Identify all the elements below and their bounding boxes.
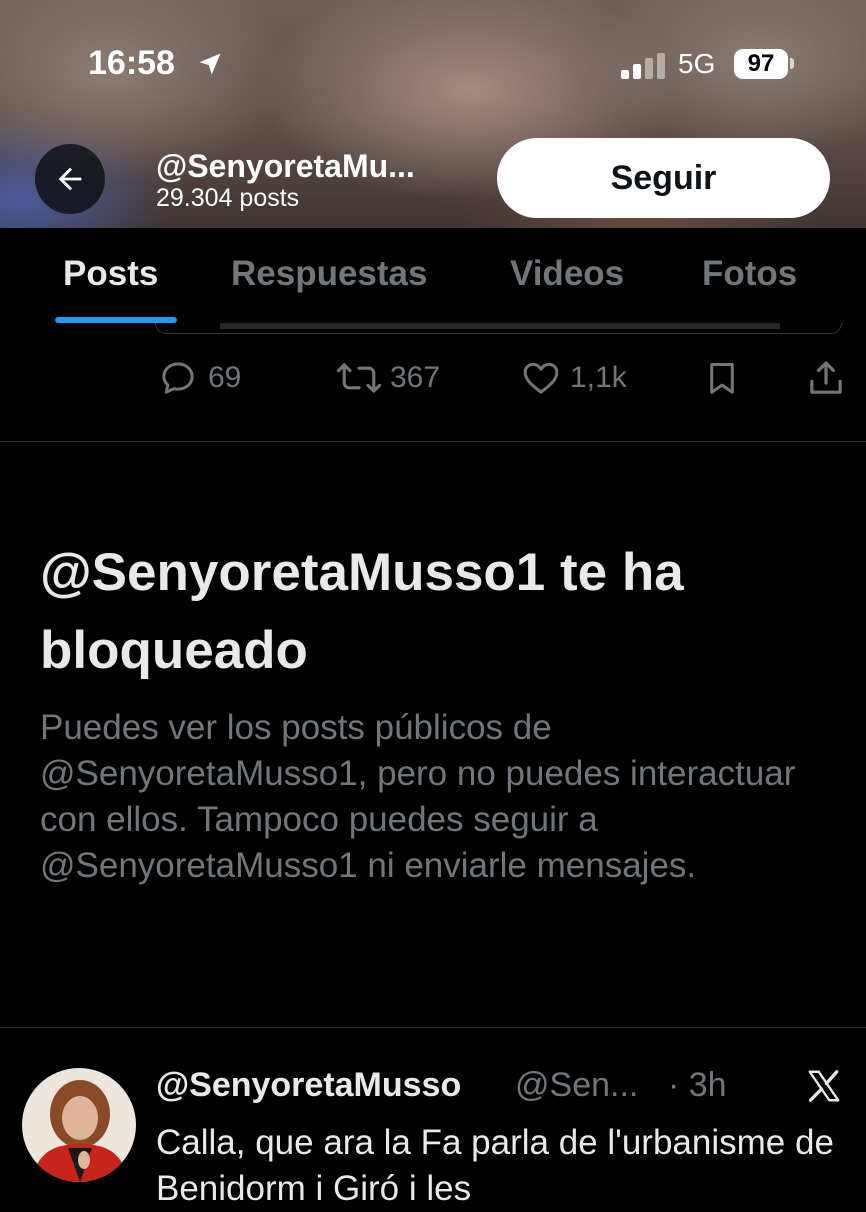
status-time: 16:58: [88, 44, 175, 82]
avatar[interactable]: [22, 1068, 136, 1182]
repost-action[interactable]: 367: [336, 358, 440, 398]
tab-fotos[interactable]: Fotos: [702, 254, 797, 294]
reply-icon: [162, 362, 194, 394]
profile-header-banner: 16:58 5G 97 @SenyoretaMu... 29.304 posts…: [0, 0, 866, 228]
x-logo-icon: [805, 1068, 843, 1109]
like-action[interactable]: 1,1k: [520, 358, 627, 398]
repost-count: 367: [390, 361, 441, 394]
tweet-author-name[interactable]: @SenyoretaMusso: [156, 1066, 461, 1105]
blocked-title: @SenyoretaMusso1 te ha bloqueado: [40, 543, 684, 680]
tweet-text: Calla, que ara la Fa parla de l'urbanism…: [156, 1123, 834, 1208]
share-action[interactable]: [806, 358, 846, 398]
post-count: 29.304 posts: [156, 184, 300, 212]
battery-icon: 97: [734, 49, 788, 79]
network-type: 5G: [678, 48, 716, 79]
tab-posts[interactable]: Posts: [63, 254, 158, 294]
blocked-description: Puedes ver los posts públicos de @Senyor…: [40, 708, 796, 885]
bookmark-action[interactable]: [703, 358, 741, 398]
bookmark-icon: [710, 363, 734, 394]
heart-icon: [523, 362, 559, 394]
tweet-author-handle[interactable]: @Sen...: [515, 1066, 638, 1105]
notice-divider: [0, 1027, 866, 1028]
tab-respuestas[interactable]: Respuestas: [231, 254, 427, 294]
post-divider: [0, 441, 866, 442]
cellular-signal-icon: [621, 53, 665, 84]
share-icon: [810, 361, 842, 394]
post-media-image-edge: [220, 323, 780, 329]
reply-count: 69: [208, 361, 242, 394]
reply-action[interactable]: 69: [158, 358, 241, 398]
battery-tip: [790, 58, 794, 69]
tab-videos[interactable]: Videos: [510, 254, 624, 294]
follow-button[interactable]: Seguir: [497, 138, 830, 218]
profile-name: @SenyoretaMu...: [156, 148, 415, 184]
like-count: 1,1k: [570, 361, 627, 394]
tweet-timestamp[interactable]: · 3h: [668, 1066, 727, 1105]
repost-icon: [336, 363, 382, 393]
back-arrow-icon: [58, 167, 82, 191]
back-button[interactable]: [35, 144, 105, 214]
location-arrow-icon: [196, 50, 224, 83]
